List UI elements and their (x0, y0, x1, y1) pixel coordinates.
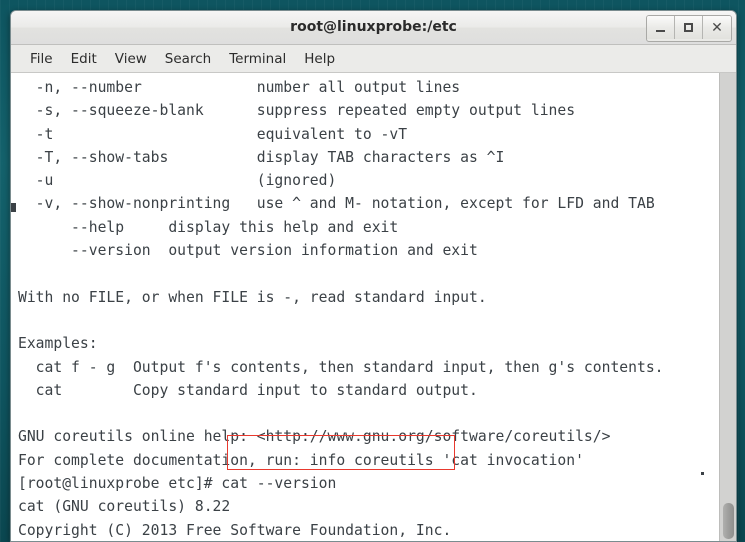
terminal-line: Examples: (18, 335, 98, 353)
menu-item-search[interactable]: Search (156, 49, 220, 69)
selection-artifact (11, 203, 16, 212)
terminal-scrollbar[interactable] (719, 73, 736, 541)
window-title: root@linuxprobe:/etc (290, 19, 457, 35)
terminal-screen[interactable]: -n, --number number all output lines -s,… (11, 73, 719, 541)
terminal-output: -n, --number number all output lines -s,… (18, 76, 719, 541)
terminal-line: cat (GNU coreutils) 8.22 (18, 498, 231, 516)
terminal-line: GNU coreutils online help: <http://www.g… (18, 428, 611, 446)
terminal-line: -t equivalent to -vT (18, 125, 408, 143)
terminal-window: root@linuxprobe:/etc ✕ File Edit View Se… (10, 10, 737, 542)
terminal-line: For complete documentation, run: info co… (18, 451, 584, 469)
menu-item-terminal[interactable]: Terminal (220, 49, 295, 69)
terminal-line: cat Copy standard input to standard outp… (18, 381, 478, 399)
minimize-icon (656, 30, 665, 32)
menu-item-help[interactable]: Help (295, 49, 344, 69)
scrollbar-thumb[interactable] (723, 503, 734, 539)
close-button[interactable]: ✕ (703, 16, 731, 39)
terminal-line: --version output version information and… (18, 242, 478, 260)
menu-item-edit[interactable]: Edit (62, 49, 106, 69)
terminal-line: --help display this help and exit (18, 218, 399, 236)
terminal-line: -n, --number number all output lines (18, 79, 461, 96)
terminal-line: -u (ignored) (18, 172, 337, 190)
terminal-line: -T, --show-tabs display TAB characters a… (18, 148, 505, 166)
window-titlebar[interactable]: root@linuxprobe:/etc ✕ (11, 11, 736, 45)
terminal-area[interactable]: -n, --number number all output lines -s,… (11, 73, 736, 541)
minimize-button[interactable] (647, 16, 675, 39)
menu-item-file[interactable]: File (21, 49, 62, 69)
terminal-line: Copyright (C) 2013 Free Software Foundat… (18, 521, 452, 539)
selection-artifact-secondary (701, 472, 704, 475)
close-icon: ✕ (711, 19, 723, 36)
terminal-line: cat f - g Output f's contents, then stan… (18, 358, 664, 376)
terminal-line: -s, --squeeze-blank suppress repeated em… (18, 102, 576, 120)
window-controls: ✕ (646, 15, 732, 42)
terminal-line: [root@linuxprobe etc]# cat --version (18, 475, 337, 493)
terminal-line: With no FILE, or when FILE is -, read st… (18, 288, 487, 306)
terminal-line: -v, --show-nonprinting use ^ and M- nota… (18, 195, 655, 213)
maximize-button[interactable] (675, 16, 703, 39)
menu-item-view[interactable]: View (106, 49, 156, 69)
menubar: File Edit View Search Terminal Help (11, 45, 736, 73)
maximize-icon (684, 23, 693, 32)
